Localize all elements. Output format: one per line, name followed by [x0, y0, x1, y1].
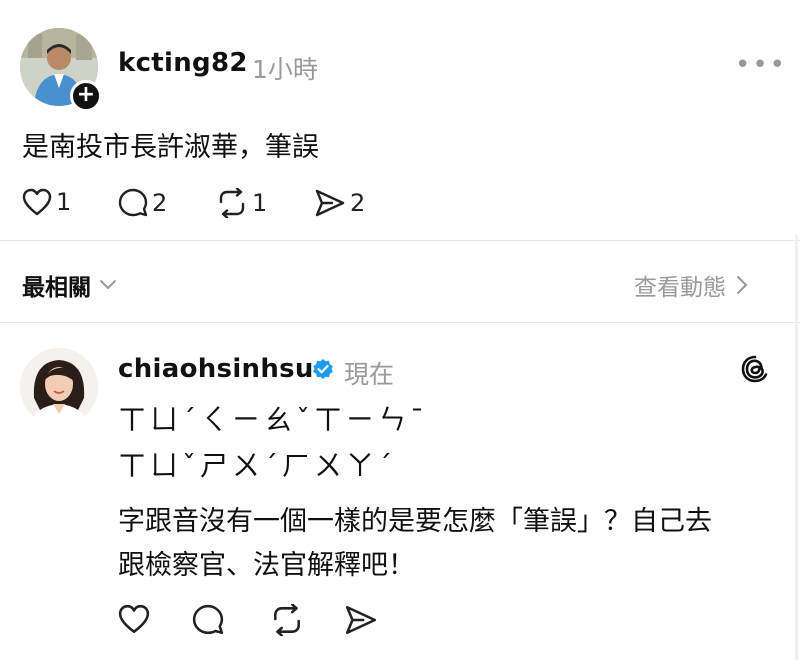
verified-badge-icon — [313, 359, 333, 379]
zhuyin-line-1: ㄒㄩˊㄑㄧㄠˇㄒㄧㄣˉ — [118, 403, 429, 436]
post-time: 1小時 — [252, 55, 318, 84]
scrollbar[interactable] — [795, 235, 798, 660]
share-count: 2 — [350, 189, 366, 217]
post-content: 是南投市長許淑華，筆誤 — [22, 132, 319, 163]
post: + kcting82 1小時 ••• 是南投市長許淑華，筆誤 1 2 1 2 — [0, 0, 800, 240]
comment-count: 2 — [152, 189, 168, 217]
repost-count: 1 — [252, 189, 268, 217]
view-activity-link[interactable]: 查看動態 — [634, 268, 748, 302]
comment-icon — [118, 188, 148, 217]
chevron-right-icon — [737, 276, 748, 294]
repost-icon — [219, 188, 245, 218]
repost-icon — [274, 604, 300, 636]
follow-plus-icon[interactable]: + — [70, 80, 102, 112]
heart-icon — [22, 188, 52, 216]
send-icon — [315, 189, 345, 217]
reply-text-line-2: 跟檢察官、法官解釋吧！ — [118, 550, 415, 581]
activity-link-label: 查看動態 — [634, 275, 726, 301]
reply-like-button[interactable] — [118, 604, 150, 634]
heart-icon — [118, 604, 150, 634]
more-horizontal-icon[interactable]: ••• — [735, 50, 787, 80]
post-username[interactable]: kcting82 — [118, 48, 248, 78]
reply-avatar[interactable] — [20, 348, 98, 426]
reply-text-line-1: 字跟音沒有一個一樣的是要怎麼「筆誤」？自己去 — [118, 506, 712, 537]
reply-comment-button[interactable] — [192, 604, 224, 636]
reply-share-button[interactable] — [344, 604, 378, 636]
repost-button[interactable]: 1 — [216, 188, 267, 218]
share-button[interactable]: 2 — [314, 188, 365, 218]
reply-username[interactable]: chiaohsinhsu — [118, 354, 314, 384]
divider — [0, 322, 800, 323]
like-button[interactable]: 1 — [22, 188, 71, 216]
like-count: 1 — [56, 188, 72, 216]
threads-logo-icon — [741, 355, 768, 383]
comment-icon — [192, 604, 224, 635]
reply-time: 現在 — [344, 360, 395, 389]
sort-label: 最相關 — [22, 275, 91, 301]
reply-repost-button[interactable] — [270, 604, 304, 636]
comment-button[interactable]: 2 — [118, 188, 167, 218]
divider — [0, 240, 800, 241]
sort-dropdown[interactable]: 最相關 — [22, 268, 117, 302]
chevron-down-icon — [100, 280, 116, 290]
send-icon — [345, 605, 377, 635]
zhuyin-line-2: ㄒㄩˇㄕㄨˊㄏㄨㄚˊ — [118, 449, 397, 482]
